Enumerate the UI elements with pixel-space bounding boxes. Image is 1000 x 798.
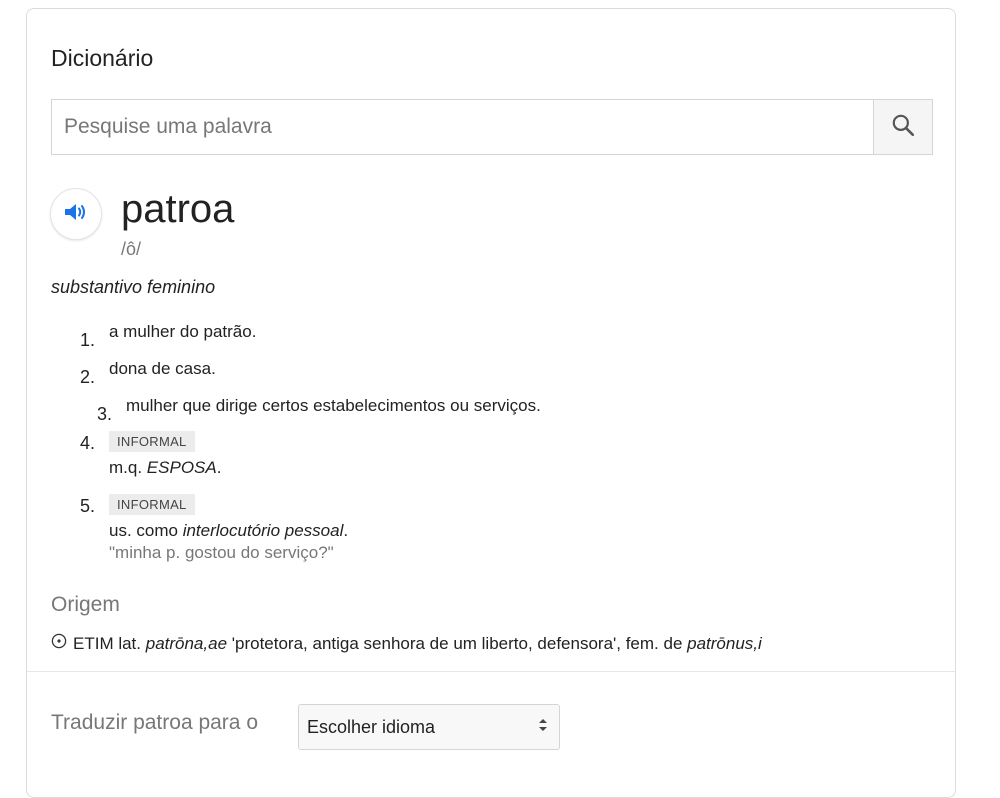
definition-suffix: . xyxy=(343,521,349,540)
definition-text: a mulher do patrão. xyxy=(109,322,257,341)
language-select[interactable]: Escolher idioma xyxy=(298,704,560,750)
divider xyxy=(27,671,955,672)
etymology-part: ETIM lat. xyxy=(73,633,146,653)
definition-prefix: m.q. xyxy=(109,458,147,477)
definition-text: m.q. ESPOSA. xyxy=(109,458,221,478)
etymology-part: 'protetora, antiga senhora de um liberto… xyxy=(227,633,688,653)
expand-circle-icon[interactable] xyxy=(51,633,67,654)
card-title: Dicionário xyxy=(51,45,154,71)
origin-heading: Origem xyxy=(51,593,120,616)
definition-number: 5. xyxy=(80,496,96,516)
etymology-latin: patrōnus,i xyxy=(687,633,762,653)
pronunciation-button[interactable] xyxy=(51,189,101,239)
register-badge: INFORMAL xyxy=(109,494,195,515)
phonetic: /ô/ xyxy=(121,239,142,259)
headword: patroa xyxy=(121,187,235,231)
etymology-latin: patrōna,ae xyxy=(145,633,228,653)
definition-number: 4. xyxy=(80,433,96,453)
speaker-icon xyxy=(63,201,89,228)
language-select-value: Escolher idioma xyxy=(307,716,436,737)
definition-prefix: us. como xyxy=(109,521,183,540)
search-icon xyxy=(890,112,916,143)
definition-text: us. como interlocutório pessoal. xyxy=(109,521,348,541)
select-arrows-icon xyxy=(537,716,549,739)
definition-text: dona de casa. xyxy=(109,359,216,378)
definition-number: 1. xyxy=(80,330,96,350)
register-badge: INFORMAL xyxy=(109,431,195,452)
definition-emphasis: ESPOSA xyxy=(146,458,217,477)
definition-text: mulher que dirige certos estabelecimento… xyxy=(126,396,541,415)
search-box xyxy=(51,99,933,155)
definition-emphasis: interlocutório pessoal xyxy=(182,521,344,540)
part-of-speech: substantivo feminino xyxy=(51,277,216,297)
definition-number: 3. xyxy=(97,404,113,424)
definition-suffix: . xyxy=(216,458,222,477)
translate-label: Traduzir patroa para o xyxy=(51,711,258,734)
dictionary-card: Dicionário patroa /ô/ substantivo femini… xyxy=(26,8,956,798)
definition-number: 2. xyxy=(80,367,96,387)
usage-example: "minha p. gostou do serviço?" xyxy=(109,543,334,562)
search-input[interactable] xyxy=(52,100,873,154)
etymology-text: ETIM lat. patrōna,ae 'protetora, antiga … xyxy=(73,634,762,654)
search-button[interactable] xyxy=(873,100,932,154)
etymology[interactable]: ETIM lat. patrōna,ae 'protetora, antiga … xyxy=(51,633,762,654)
